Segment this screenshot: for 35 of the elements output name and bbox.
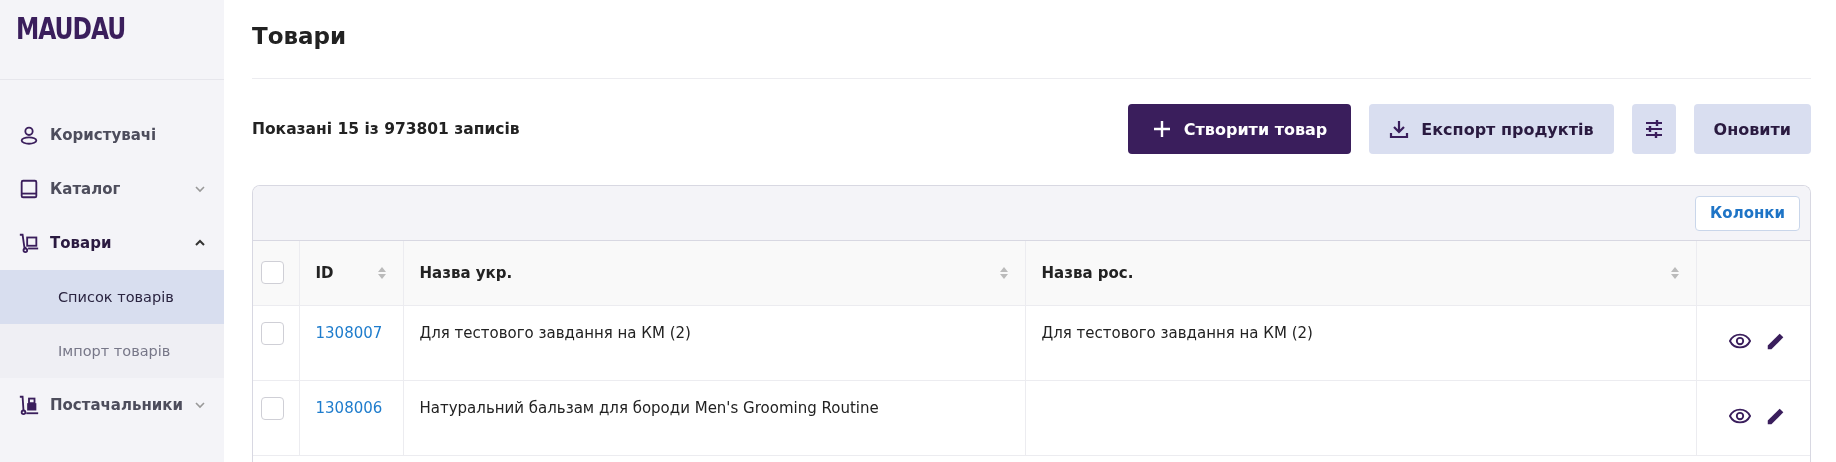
checkbox[interactable] xyxy=(261,396,284,420)
checkbox[interactable] xyxy=(261,321,284,345)
sliders-icon xyxy=(1643,119,1664,139)
sort-icon[interactable] xyxy=(1669,265,1680,280)
book-icon xyxy=(18,178,40,200)
column-header[interactable]: Назва рос. xyxy=(1025,241,1696,305)
sidebar-subitem[interactable]: Список товарів xyxy=(0,270,224,324)
checkbox[interactable] xyxy=(261,261,284,285)
refresh-button[interactable]: Оновити xyxy=(1693,104,1811,154)
table-cell: Натуральний бальзам для бороди Men's Grooming Routine xyxy=(419,398,879,417)
logo: MAUDAU xyxy=(16,11,126,47)
export-button[interactable]: Експорт продуктів xyxy=(1369,104,1614,154)
sidebar-item[interactable]: Каталог xyxy=(0,162,224,216)
create-button[interactable]: Створити товар xyxy=(1127,104,1352,154)
record-count: Показані 15 із 973801 записів xyxy=(252,120,521,138)
sidebar-item[interactable]: Постачальники xyxy=(0,378,224,432)
sidebar-subitem[interactable]: Імпорт товарів xyxy=(0,324,224,378)
download-icon xyxy=(1389,119,1410,139)
cart-icon xyxy=(18,394,40,416)
column-header[interactable]: ID xyxy=(299,241,403,305)
id-link[interactable]: 1308006 xyxy=(315,398,383,417)
page-title: Товари xyxy=(252,23,347,51)
plus-icon xyxy=(1151,119,1172,139)
column-header[interactable]: Назва укр. xyxy=(403,241,1025,305)
sort-icon[interactable] xyxy=(998,265,1009,280)
user-icon xyxy=(18,124,40,146)
sort-icon[interactable] xyxy=(376,265,387,280)
table-cell: Для тестового завдання на КМ (2) xyxy=(1041,323,1313,342)
table-cell: Для тестового завдання на КМ (2) xyxy=(419,323,691,342)
sidebar-item[interactable]: Користувачі xyxy=(0,108,224,162)
sidebar-item[interactable]: Товари xyxy=(0,216,224,270)
id-link[interactable]: 1308007 xyxy=(315,323,383,342)
columns-button[interactable]: Колонки xyxy=(1695,195,1800,231)
cart-icon xyxy=(18,232,40,254)
filter-button[interactable] xyxy=(1631,104,1676,154)
